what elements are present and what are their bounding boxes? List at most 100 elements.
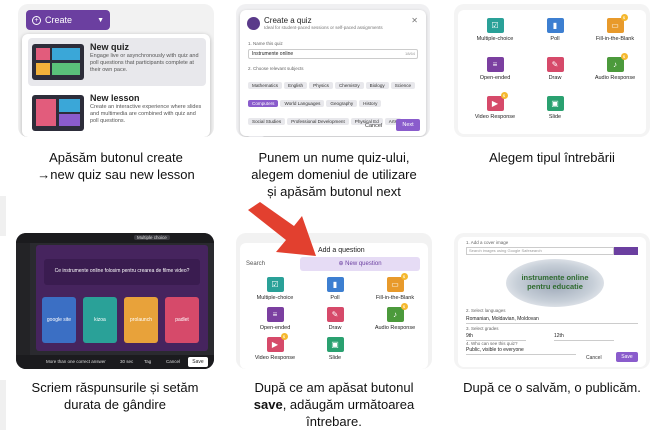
subject-chip[interactable]: Fun [248,136,264,137]
question-type-option[interactable]: ♪ $ Audio Response [370,303,420,331]
question-type-label: Audio Response [594,75,636,81]
menu-item-new-quiz[interactable]: New quiz Engage live or asynchronously w… [28,38,206,86]
editor-topbar: Multiple choice [16,233,214,243]
publish-cancel-button[interactable]: Cancel [586,355,602,361]
tag-button[interactable]: Tag [144,359,151,364]
question-type-option[interactable]: ☑ Multiple-choice [250,277,300,301]
question-type-option[interactable]: ♪ $ Audio Response [590,53,640,81]
new-quiz-title: New quiz [90,42,130,52]
editor-cancel-button[interactable]: Cancel [166,359,180,364]
answer-option[interactable]: google site [42,297,76,343]
question-type-icon: ≡ [486,57,504,72]
subject-chip[interactable]: Geography [326,100,358,107]
dialog-subtitle: Ideal for student-paced sessions or self… [264,25,383,30]
caption-step-5-line2: save, adăugăm următoarea [236,396,432,413]
question-type-option[interactable]: ▭ $ Fill-in-the-Blank [370,273,420,301]
publish-dialog: 1. Add a cover image Search images using… [458,237,646,367]
answer-option[interactable]: prolaunch [124,297,158,343]
grade-to-select[interactable]: 12th [554,332,614,341]
languages-label: 2. Select languages [466,308,506,313]
editor-save-button[interactable]: Save [188,357,208,367]
quiz-name-input[interactable]: Instrumente online [248,49,418,59]
subject-chip[interactable]: Mathematics [248,82,283,89]
question-text-box[interactable]: Ce instrumente online folosim pentru cre… [44,259,200,285]
publish-save-button[interactable]: Save [616,352,638,362]
tab-new-question-label: New question [345,261,382,267]
subjects-chip-list: Mathematics English Physics Chemistry Biolog… [248,74,420,137]
question-type-icon: ▣ [546,96,564,111]
question-types-screenshot: ☑ Multiple-choice ▮ Poll ▭ $ Fill-in-the-Blank… [454,4,650,137]
subject-chip[interactable]: World Languages [280,100,325,107]
premium-badge-icon: $ [280,333,288,340]
question-type-icon: ✎ [546,57,564,72]
word-cloud-line1: instrumente online [521,273,589,282]
question-type-icon: ☑ [266,277,284,292]
answer-option[interactable]: padlet [165,297,199,343]
languages-select[interactable]: Romanian, Moldavian, Moldovan [466,315,638,324]
subject-chip[interactable]: English [284,82,308,89]
subjects-label: 2. Choose relevant subjects [248,66,304,71]
question-type-option[interactable]: ▣ Slide [310,337,360,361]
subject-chip[interactable]: Chemistry [334,82,364,89]
subject-chip[interactable]: Biology [365,82,389,89]
caption-step-3: Alegem tipul întrebării [489,150,615,165]
subject-chip[interactable]: Science [390,82,416,89]
new-lesson-thumbnail [32,95,84,131]
new-quiz-description: Engage live or asynchronously with quiz … [90,53,199,73]
visibility-select[interactable]: Public, visible to everyone [466,346,576,355]
caption-step-6: După ce o salvăm, o publicăm. [463,380,641,395]
question-type-icon: ▭ $ [606,14,628,33]
question-type-option[interactable]: ▮ Poll [310,277,360,301]
subject-chip[interactable]: Professional Development [287,118,349,125]
question-type-option[interactable]: ▣ Slide [530,96,580,120]
answer-option[interactable]: kizoa [83,297,117,343]
cancel-button[interactable]: Cancel [365,123,382,129]
close-icon[interactable]: ✕ [411,16,418,25]
question-type-option[interactable]: ✎ Draw [310,307,360,331]
editor-sidebar [16,243,30,355]
question-type-option[interactable]: ▭ $ Fill-in-the-Blank [590,14,640,42]
next-button[interactable]: Next [396,119,420,131]
subject-chip[interactable]: History [359,100,382,107]
menu-item-new-lesson[interactable]: New lesson Create an interactive experie… [28,89,206,137]
create-button[interactable]: + Create ▼ [26,10,110,30]
image-search-button[interactable] [614,247,638,255]
subject-chip[interactable]: Physics [309,82,333,89]
question-type-option[interactable]: ☑ Multiple-choice [470,18,520,42]
question-type-selector[interactable]: Multiple choice [134,235,170,240]
question-type-icon: ▮ [326,277,344,292]
premium-badge-icon: $ [620,53,628,60]
subject-chip[interactable]: Social Studies [248,118,286,125]
new-quiz-thumbnail [32,44,84,80]
image-search-input[interactable]: Search images using Google Safesearch [466,247,614,255]
question-type-option[interactable]: ≡ Open-ended [470,57,520,81]
question-type-label: Draw [548,75,562,81]
question-type-option[interactable]: ▶ $ Video Response [250,333,300,361]
subject-chip[interactable]: Computers [248,100,279,107]
question-type-option[interactable]: ▮ Poll [530,18,580,42]
multiple-correct-toggle[interactable]: More than one correct answer [46,359,106,364]
cover-image-word-cloud: instrumente online pentru educatie [506,259,604,307]
create-dropdown-menu: New quiz Engage live or asynchronously w… [22,34,210,137]
question-type-label: Open-ended [479,75,511,81]
question-type-option[interactable]: ≡ Open-ended [250,307,300,331]
question-type-label: Slide [548,114,562,120]
question-type-label: Poll [550,36,560,42]
grade-from-select[interactable]: 9th [466,332,526,341]
question-type-label: Video Response [474,114,516,120]
caption-step-4-line1: Scriem răspunsurile și setăm [31,380,199,395]
question-type-icon: ≡ [266,307,284,322]
question-type-option[interactable]: ✎ Draw [530,57,580,81]
more-subjects-link[interactable]: more... [266,136,288,137]
question-type-option[interactable]: ▶ $ Video Response [470,92,520,120]
question-type-label: Multiple-choice [256,295,294,301]
time-selector[interactable]: 30 sec [120,359,133,364]
new-lesson-title: New lesson [90,93,140,103]
caption-step-1-line2: →new quiz sau new lesson [37,167,195,182]
premium-badge-icon: $ [400,303,408,310]
plus-icon: + [32,15,41,25]
create-quiz-dialog: Create a quiz Ideal for student-paced se… [240,10,426,137]
question-type-label: Draw [328,325,342,331]
question-type-icon: ▭ $ [386,273,408,292]
caption-step-4: Scriem răspunsurile și setăm durata de g… [16,379,214,413]
